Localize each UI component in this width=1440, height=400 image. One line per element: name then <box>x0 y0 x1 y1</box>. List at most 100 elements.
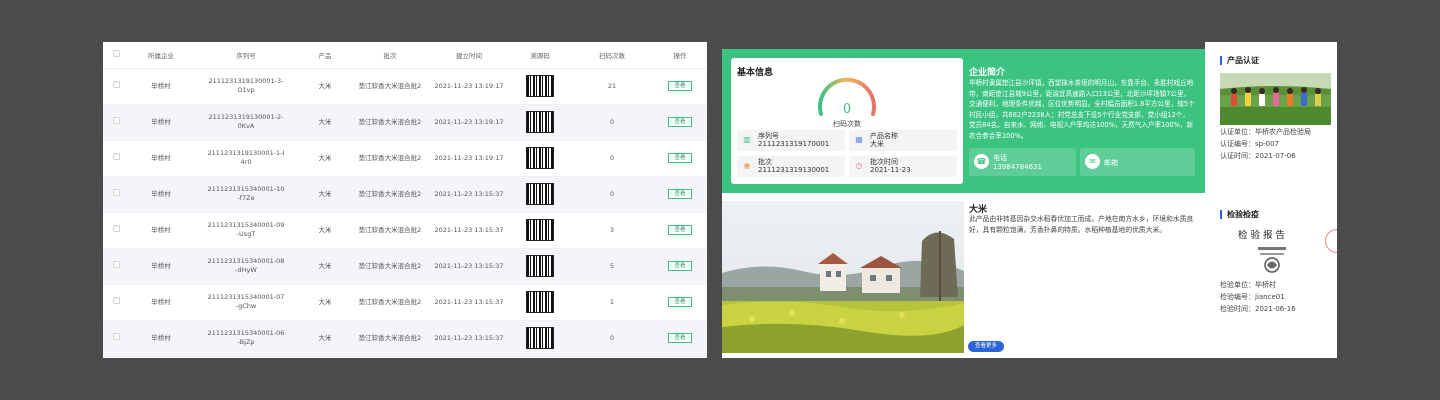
product-certification-title: 产品认证 <box>1220 56 1259 65</box>
cell-created: 2021-11-23 13:15:37 <box>429 212 509 249</box>
cell-company: 毕桥村 <box>129 212 193 249</box>
cell-batch: 垫江软香大米混合批2 <box>351 68 429 105</box>
col-serial: 序列号 <box>193 42 299 69</box>
product-value: 大米 <box>870 140 884 148</box>
cell-product: 大米 <box>299 176 351 213</box>
cell-serial: 2111231319130001-3- O1vp <box>193 68 299 105</box>
barcode-icon: ▥ <box>743 135 751 144</box>
view-button[interactable]: 查看 <box>668 117 692 127</box>
serial-info: ▥ 序列号 2111231319170001 <box>737 130 845 151</box>
basic-info-card: 基本信息 0 扫码次数 ▥ 序列号 2111231319170001 ▦ 产品名… <box>731 58 963 184</box>
email-contact[interactable]: ✉ 邮箱 <box>1080 148 1195 176</box>
cell-product: 大米 <box>299 284 351 321</box>
row-checkbox[interactable] <box>103 248 129 285</box>
qr-code-icon[interactable] <box>526 183 554 205</box>
row-checkbox[interactable] <box>103 176 129 213</box>
qr-code-icon[interactable] <box>526 291 554 313</box>
basic-info-title: 基本信息 <box>737 68 774 78</box>
cell-company: 毕桥村 <box>129 140 193 177</box>
cell-scan-count: 1 <box>571 284 653 321</box>
phone-value: 13984784631 <box>993 163 1042 171</box>
view-more-button[interactable]: 查看更多 <box>968 341 1004 352</box>
view-button[interactable]: 查看 <box>668 189 692 199</box>
view-button[interactable]: 查看 <box>668 297 692 307</box>
trace-code-table: 所属企业 序列号 产品 批次 建立时间 溯源码 扫码次数 操作 毕桥村 21112… <box>103 42 707 357</box>
stamp-icon <box>1325 229 1337 253</box>
serial-line-1: 2111231315340001-09 <box>207 221 285 229</box>
serial-line-1: 2111231315340001-10 <box>207 185 285 193</box>
cell-created: 2021-11-23 13:15:37 <box>429 248 509 285</box>
cell-batch: 垫江软香大米混合批2 <box>351 248 429 285</box>
cell-action: 查看 <box>653 320 707 357</box>
col-batch: 批次 <box>351 42 429 69</box>
cell-serial: 2111231315340001-07 -gChw <box>193 284 299 321</box>
qr-code-icon[interactable] <box>526 147 554 169</box>
cell-product: 大米 <box>299 104 351 141</box>
certification-photo <box>1220 73 1331 125</box>
serial-line-1: 2111231319130001-1-I <box>207 149 285 157</box>
cell-action: 查看 <box>653 212 707 249</box>
serial-line-1: 2111231319130001-2- <box>208 113 284 121</box>
serial-label: 序列号 <box>758 132 779 140</box>
serial-line-2: -UsgT <box>236 230 256 238</box>
row-checkbox[interactable] <box>103 284 129 321</box>
cell-company: 毕桥村 <box>129 320 193 357</box>
cell-trace-code <box>509 140 571 177</box>
cell-action: 查看 <box>653 140 707 177</box>
cell-trace-code <box>509 104 571 141</box>
col-company: 所属企业 <box>129 42 193 69</box>
cell-serial: 2111231315340001-06 -BjZp <box>193 320 299 357</box>
qr-code-icon[interactable] <box>526 255 554 277</box>
cert-unit: 认证单位：毕桥农产品检验局 <box>1220 128 1311 136</box>
table-header-row: 所属企业 序列号 产品 批次 建立时间 溯源码 扫码次数 操作 <box>103 42 707 69</box>
table-row: 毕桥村 2111231315340001-06 -BjZp 大米 垫江软香大米混合批2 2… <box>103 320 707 357</box>
row-checkbox[interactable] <box>103 68 129 105</box>
cell-product: 大米 <box>299 320 351 357</box>
view-button[interactable]: 查看 <box>668 261 692 271</box>
cell-scan-count: 0 <box>571 176 653 213</box>
col-trace-code: 溯源码 <box>509 42 571 69</box>
row-checkbox[interactable] <box>103 140 129 177</box>
table-row: 毕桥村 2111231315340001-08 -dHyW 大米 垫江软香大米混合批2 2… <box>103 248 707 285</box>
cell-created: 2021-11-23 13:15:37 <box>429 320 509 357</box>
table-row: 毕桥村 2111231319130001-3- O1vp 大米 垫江软香大米混合批2 20… <box>103 68 707 105</box>
company-intro-text: 毕桥村隶属垫江县沙坪镇，西望抹木茶垭的明月山，东靠手台、永胜村戏丘地带，南距垫江… <box>969 79 1195 140</box>
inspection-report-image[interactable]: 检验报告 <box>1220 223 1337 279</box>
cell-batch: 垫江软香大米混合批2 <box>351 320 429 357</box>
qr-code-icon[interactable] <box>526 327 554 349</box>
cell-trace-code <box>509 68 571 105</box>
qr-code-icon[interactable] <box>526 75 554 97</box>
cell-batch: 垫江软香大米混合批2 <box>351 212 429 249</box>
serial-line-1: 2111231315340001-08 <box>207 257 285 265</box>
serial-value: 2111231319170001 <box>758 140 830 148</box>
view-button[interactable]: 查看 <box>668 333 692 343</box>
table-row: 毕桥村 2111231319130001-1-I 4r0 大米 垫江软香大米混合批2 20… <box>103 140 707 177</box>
cell-trace-code <box>509 320 571 357</box>
table-row: 毕桥村 2111231319130001-2- 0KvA 大米 垫江软香大米混合批2 20… <box>103 104 707 141</box>
row-checkbox[interactable] <box>103 104 129 141</box>
qr-code-icon[interactable] <box>526 111 554 133</box>
serial-line-2: 4r0 <box>240 158 252 166</box>
phone-contact[interactable]: ☎ 电话 13984784631 <box>969 148 1076 176</box>
company-info-panel: 基本信息 0 扫码次数 ▥ 序列号 2111231319170001 ▦ 产品名… <box>722 49 1205 193</box>
clock-icon: ◷ <box>855 161 863 170</box>
cell-action: 查看 <box>653 284 707 321</box>
view-button[interactable]: 查看 <box>668 81 692 91</box>
cell-scan-count: 0 <box>571 140 653 177</box>
serial-line-2: -dHyW <box>235 266 257 274</box>
select-all-checkbox[interactable] <box>103 42 129 69</box>
view-button[interactable]: 查看 <box>668 225 692 235</box>
product-info: ▦ 产品名称 大米 <box>849 130 957 151</box>
qr-code-icon[interactable] <box>526 219 554 241</box>
serial-line-2: -gChw <box>235 302 257 310</box>
batch-label: 批次 <box>758 158 772 166</box>
view-button[interactable]: 查看 <box>668 153 692 163</box>
cell-created: 2021-11-23 13:19:17 <box>429 104 509 141</box>
cell-serial: 2111231319130001-1-I 4r0 <box>193 140 299 177</box>
row-checkbox[interactable] <box>103 320 129 357</box>
serial-line-2: 0KvA <box>237 122 255 130</box>
cell-action: 查看 <box>653 104 707 141</box>
row-checkbox[interactable] <box>103 212 129 249</box>
cell-created: 2021-11-23 13:15:37 <box>429 176 509 213</box>
certification-panel: 产品认证 认证单位：毕桥农产品检验局 认证编号：sp-007 认证时间：2021… <box>1205 42 1337 358</box>
